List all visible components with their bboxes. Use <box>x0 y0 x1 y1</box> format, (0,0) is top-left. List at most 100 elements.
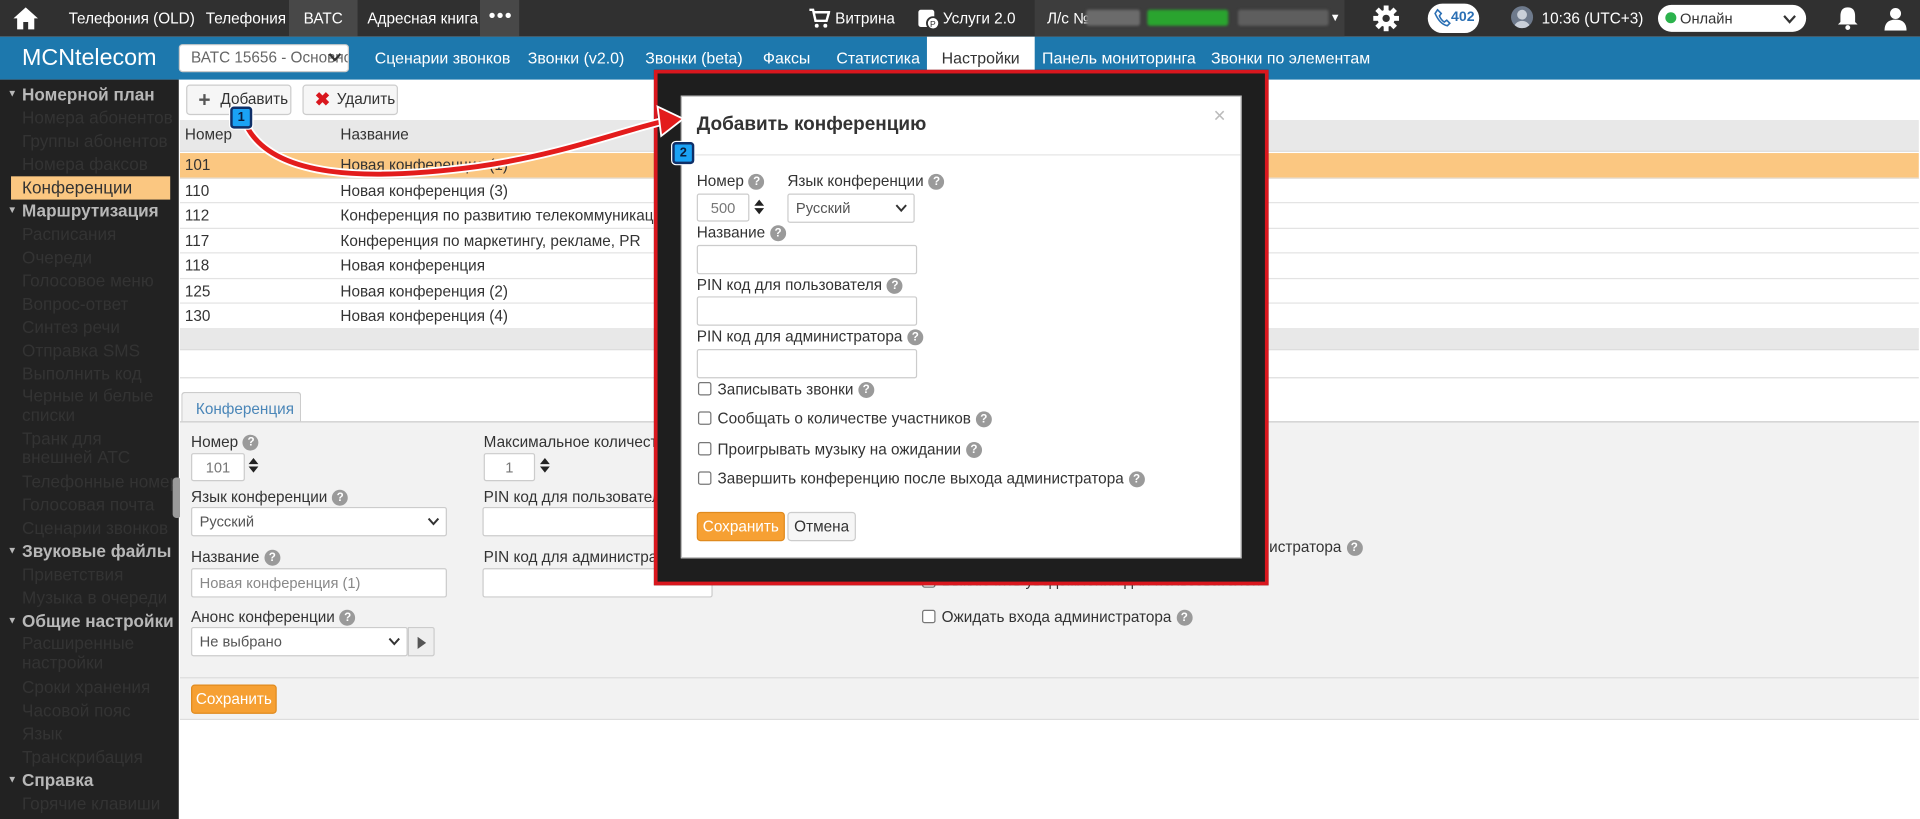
cell-number: 117 <box>184 232 210 250</box>
modal-save-button[interactable]: Сохранить <box>696 511 785 542</box>
hold-music-label: Проигрывать музыку на ожидании? <box>718 441 982 458</box>
sidebar-item-10[interactable]: Синтез речи <box>22 316 201 339</box>
sidebar-item-2[interactable]: Группы абонентов <box>22 130 201 153</box>
online-dot-icon <box>1665 12 1677 24</box>
help-icon[interactable]: ? <box>332 489 349 506</box>
hold-music-checkbox[interactable] <box>697 442 712 456</box>
home-icon[interactable] <box>12 6 39 34</box>
help-icon[interactable]: ? <box>243 434 259 451</box>
tab-calls-v2[interactable]: Звонки (v2.0) <box>513 37 639 80</box>
sidebar-group-21[interactable]: Общие настройки <box>7 610 186 632</box>
announce-value: Не выбрано <box>199 633 282 651</box>
sidebar-item-14[interactable]: Транк для внешней АТС <box>22 428 171 467</box>
status-select[interactable]: Онлайн <box>1657 4 1807 32</box>
top-nav-telephony-old[interactable]: Телефония (OLD) <box>54 0 210 37</box>
announce-count-checkbox[interactable] <box>697 411 712 425</box>
number-spinner-icon[interactable] <box>247 456 259 476</box>
modal-pin-user-field[interactable] <box>696 296 918 326</box>
help-icon[interactable]: ? <box>928 173 945 190</box>
gear-icon[interactable] <box>1373 5 1400 36</box>
help-icon[interactable]: ? <box>770 225 786 242</box>
help-icon[interactable]: ? <box>1346 540 1363 556</box>
pbx-select[interactable]: ВАТС 15656 - Основной <box>178 44 349 73</box>
cell-number: 112 <box>184 206 210 225</box>
help-icon[interactable]: ? <box>339 609 356 626</box>
avatar[interactable] <box>1511 6 1534 29</box>
sidebar-item-4[interactable]: Конференции <box>11 176 171 200</box>
brand-logo[interactable]: MCNtelecom <box>22 45 156 72</box>
pin-user-field[interactable] <box>482 506 679 537</box>
top-nav-address-book[interactable]: Адресная книга <box>353 0 493 37</box>
sidebar-item-7[interactable]: Очереди <box>22 246 201 269</box>
help-icon[interactable]: ? <box>1176 609 1193 626</box>
calls-counter-button[interactable]: 402 <box>1427 3 1480 34</box>
wait-admin-checkbox[interactable] <box>922 609 936 624</box>
sidebar-group-5[interactable]: Маршрутизация <box>7 200 186 222</box>
max-participants-field[interactable]: 1 <box>483 453 536 482</box>
modal-cancel-button[interactable]: Отмена <box>787 511 856 542</box>
modal-name-label: Название? <box>697 224 786 242</box>
more-menu-button[interactable]: ••• <box>480 0 520 37</box>
sidebar-item-28[interactable]: Горячие клавиши <box>22 792 201 815</box>
sidebar-item-19[interactable]: Приветствия <box>22 563 201 586</box>
top-nav-telephony[interactable]: Телефония <box>191 0 301 37</box>
column-header-number[interactable]: Номер <box>185 126 232 143</box>
end-on-admin-leave-checkbox[interactable] <box>697 471 712 485</box>
sidebar-item-24[interactable]: Часовой пояс <box>22 699 201 722</box>
sidebar-group-27[interactable]: Справка <box>7 768 186 790</box>
number-field[interactable]: 101 <box>191 453 245 482</box>
help-icon[interactable]: ? <box>965 442 982 458</box>
close-icon[interactable]: × <box>1213 104 1225 128</box>
modal-name-field[interactable] <box>696 244 918 275</box>
modal-number-field[interactable]: 500 <box>696 193 750 222</box>
modal-number-spinner-icon[interactable] <box>753 197 765 217</box>
sidebar-item-22[interactable]: Расширенные настройки <box>22 633 171 672</box>
sidebar-item-25[interactable]: Язык <box>22 722 201 745</box>
caret-down-icon: ▼ <box>1329 11 1341 24</box>
help-icon[interactable]: ? <box>748 173 765 190</box>
redacted-account-info <box>1237 9 1329 26</box>
announce-select[interactable]: Не выбрано <box>191 626 408 657</box>
help-icon[interactable]: ? <box>858 382 875 398</box>
sidebar-item-11[interactable]: Отправка SMS <box>22 339 201 362</box>
conference-language-label: Язык конференции? <box>191 489 349 506</box>
sidebar-item-13[interactable]: Черные и белые списки <box>22 386 171 425</box>
sidebar-item-8[interactable]: Голосовое меню <box>22 269 201 292</box>
record-calls-checkbox[interactable] <box>697 382 712 396</box>
sidebar-item-20[interactable]: Музыка в очереди <box>22 587 201 610</box>
conference-language-select[interactable]: Русский <box>191 506 447 537</box>
modal-pin-admin-field[interactable] <box>696 348 918 379</box>
panel-save-button[interactable]: Сохранить <box>191 684 277 714</box>
sidebar-item-1[interactable]: Номера абонентов <box>22 107 201 130</box>
sidebar-item-3[interactable]: Номера факсов <box>22 153 201 176</box>
cell-name: Новая конференция (4) <box>340 307 508 325</box>
sidebar-group-18[interactable]: Звуковые файлы <box>7 540 186 562</box>
account-user-icon[interactable] <box>1883 6 1907 34</box>
bell-icon[interactable] <box>1837 6 1859 34</box>
sidebar-item-26[interactable]: Транскрибация <box>22 745 201 768</box>
top-nav-vats[interactable]: ВАТС <box>288 0 358 37</box>
chevron-down-icon <box>427 517 440 526</box>
help-icon[interactable]: ? <box>1128 471 1145 488</box>
tab-call-scenarios[interactable]: Сценарии звонков <box>360 37 525 80</box>
modal-language-select[interactable]: Русский <box>787 193 915 223</box>
services-link[interactable]: Услуги 2.0 <box>928 0 1030 37</box>
sidebar-group-0[interactable]: Номерной план <box>7 83 186 105</box>
account-selector[interactable]: Л/с № ▼ <box>1034 0 1345 37</box>
vitrina-link[interactable]: Витрина <box>820 0 909 37</box>
help-icon[interactable]: ? <box>264 549 281 566</box>
help-icon[interactable]: ? <box>886 277 903 294</box>
sidebar-item-23[interactable]: Сроки хранения <box>22 675 201 698</box>
calls-count: 402 <box>1451 9 1475 25</box>
sidebar-item-17[interactable]: Сценарии звонков <box>22 517 201 540</box>
help-icon[interactable]: ? <box>975 411 992 428</box>
tab-conference[interactable]: Конференция <box>181 391 302 423</box>
sidebar-item-9[interactable]: Вопрос-ответ <box>22 293 201 316</box>
max-participants-spinner-icon[interactable] <box>539 456 551 476</box>
modal-number-label: Номер? <box>697 173 765 190</box>
play-announce-button[interactable] <box>407 626 435 657</box>
sidebar-item-12[interactable]: Выполнить код <box>22 362 201 385</box>
sidebar-item-6[interactable]: Расписания <box>22 223 201 246</box>
help-icon[interactable]: ? <box>907 329 924 346</box>
name-field[interactable]: Новая конференция (1) <box>191 568 447 598</box>
